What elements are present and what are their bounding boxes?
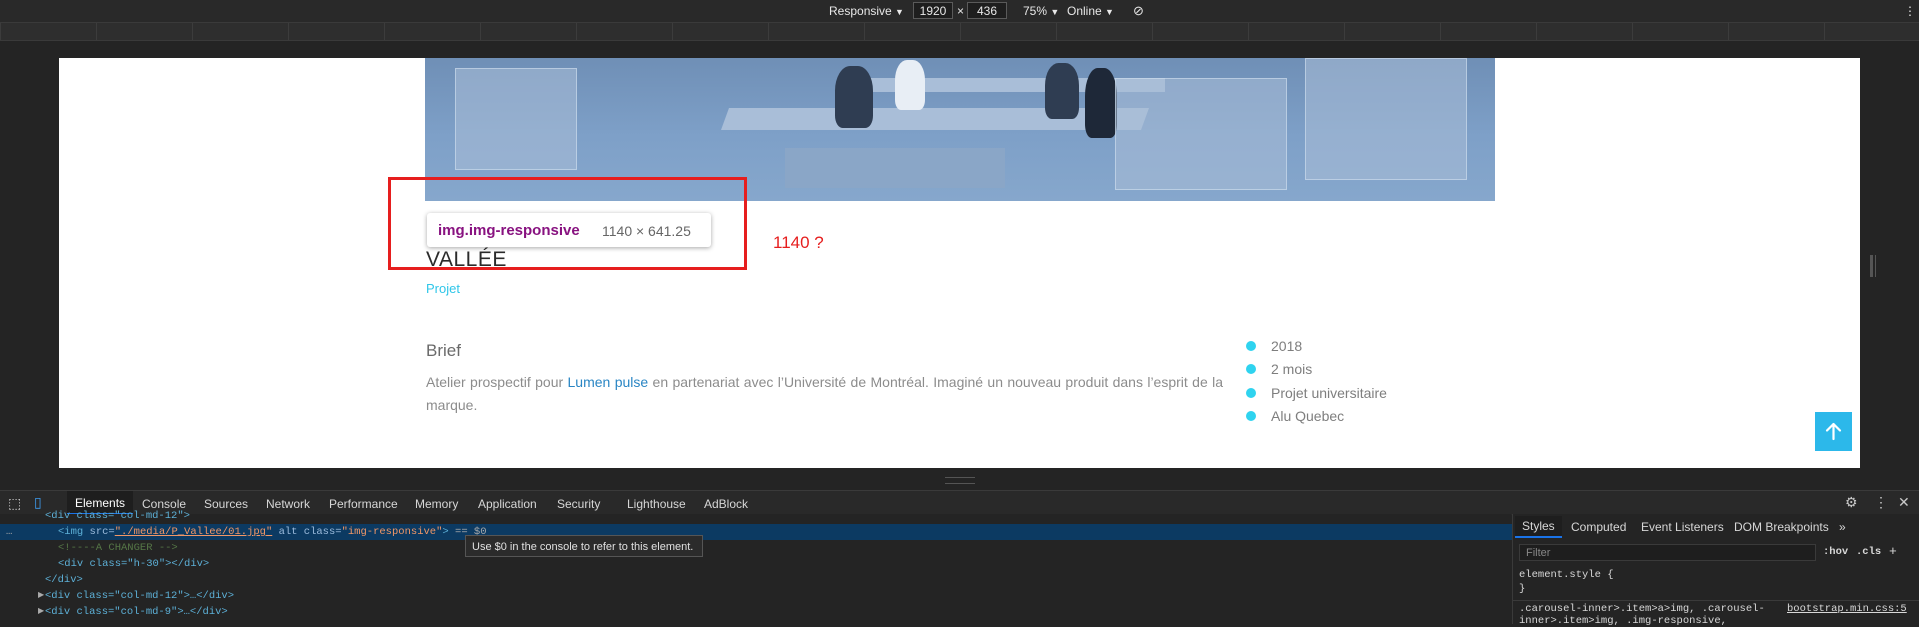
viewport-resize-handle-line (1875, 255, 1876, 277)
dom-line-text: <div class="col-md-12">…</div> (45, 590, 235, 602)
dom-line[interactable]: ▶ <div class="col-md-9">…</div> (0, 604, 1545, 620)
element-style-open[interactable]: element.style { (1519, 569, 1614, 581)
dropdown-arrow-icon: ▼ (1050, 7, 1060, 17)
dimension-separator: × (957, 4, 965, 18)
dom-src-link[interactable]: "./media/P_Vallee/01.jpg" (115, 526, 273, 538)
viewport-resize-handle[interactable] (1870, 255, 1873, 277)
zoom-label: 75% (1023, 4, 1048, 18)
dom-comment: <!----A CHANGER --> (58, 542, 178, 554)
project-category[interactable]: Projet (426, 281, 460, 296)
close-icon[interactable]: ✕ (1898, 494, 1910, 511)
fact-label: 2018 (1271, 338, 1303, 354)
tab-dom-breakpoints[interactable]: DOM Breakpoints (1734, 520, 1829, 534)
styles-panel: Styles Computed Event Listeners DOM Brea… (1512, 514, 1919, 627)
dom-line[interactable]: ▶ <div class="col-md-12">…</div> (0, 588, 1545, 604)
fact-label: Alu Quebec (1271, 408, 1345, 424)
zoom-dropdown[interactable]: 75% ▼ (1023, 3, 1059, 20)
viewport-height-input[interactable]: 436 (967, 2, 1007, 19)
dom-line-text: </div> (45, 574, 83, 586)
dom-line[interactable]: <div class="col-md-12"> (0, 508, 1545, 524)
dom-tag: <img (58, 526, 90, 538)
arrow-up-icon (1825, 422, 1842, 441)
ellipsis-icon[interactable]: … (6, 524, 12, 540)
add-style-rule-icon[interactable]: + (1889, 544, 1897, 559)
emulated-viewport: VALLÉE Projet Brief Atelier prospectif p… (59, 58, 1860, 468)
brief-text-start: Atelier prospectif pour (426, 374, 568, 390)
dom-line[interactable]: </div> (0, 572, 1545, 588)
more-options-icon[interactable]: ⋮ (1874, 494, 1888, 511)
dropdown-arrow-icon: ▼ (895, 7, 904, 17)
tooltip-dimensions: 1140 × 641.25 (602, 223, 691, 239)
expand-triangle-icon[interactable]: ▶ (38, 604, 44, 620)
dom-tree-panel: <div class="col-md-12"> … <img src="./me… (0, 510, 1558, 624)
dom-attr: src= (89, 526, 115, 538)
dom-line-text: <div class="col-md-9">…</div> (45, 606, 228, 618)
rotate-icon[interactable]: ⊘ (1133, 3, 1144, 19)
bullet-icon (1246, 411, 1256, 421)
tab-styles[interactable]: Styles (1515, 516, 1562, 538)
tab-computed[interactable]: Computed (1571, 520, 1626, 534)
double-chevron-right-icon[interactable]: » (1839, 520, 1846, 534)
rule-source-link[interactable]: bootstrap.min.css:5 (1787, 603, 1907, 615)
bullet-icon (1246, 341, 1256, 351)
cls-toggle[interactable]: .cls (1856, 546, 1881, 558)
gear-icon[interactable]: ⚙ (1845, 494, 1858, 511)
scroll-to-top-button[interactable] (1815, 412, 1852, 451)
dom-line[interactable]: <!----A CHANGER --> (0, 540, 1558, 556)
hov-toggle[interactable]: :hov (1823, 546, 1848, 558)
dom-line-text: <div class="col-md-12"> (45, 510, 190, 522)
lumen-pulse-link[interactable]: Lumen pulse (568, 374, 649, 390)
more-options-icon[interactable]: ⋮ (1904, 3, 1916, 19)
console-ref-hint: Use $0 in the console to refer to this e… (465, 535, 703, 557)
bullet-icon (1246, 364, 1256, 374)
bullet-icon (1246, 388, 1256, 398)
annotation-note: 1140 ? (773, 233, 824, 252)
responsive-label: Responsive (829, 4, 892, 18)
network-label: Online (1067, 4, 1102, 18)
network-throttle-dropdown[interactable]: Online ▼ (1067, 3, 1114, 20)
dom-attr: alt class= (272, 526, 342, 538)
rule-selector-cont: inner>.item>img, .img-responsive, (1519, 615, 1727, 627)
fact-label: Projet universitaire (1271, 385, 1387, 401)
dropdown-arrow-icon: ▼ (1105, 7, 1114, 17)
viewport-width-input[interactable]: 1920 (913, 2, 953, 19)
expand-triangle-icon[interactable]: ▶ (38, 588, 44, 604)
fact-label: 2 mois (1271, 361, 1313, 377)
media-query-ruler (0, 23, 1919, 41)
viewport-bottom-resize-handle[interactable] (945, 477, 975, 484)
rule-selector: .carousel-inner>.item>a>img, .carousel- (1519, 603, 1765, 615)
dom-attr-value: "img-responsive" (341, 526, 443, 538)
tab-event-listeners[interactable]: Event Listeners (1641, 520, 1724, 534)
dom-line[interactable]: <div class="h-30"></div> (0, 556, 1558, 572)
device-toolbar: Responsive ▼ 1920 × 436 75% ▼ Online ▼ ⊘… (0, 0, 1919, 23)
responsive-dropdown[interactable]: Responsive ▼ (829, 3, 904, 20)
element-style-close: } (1519, 583, 1526, 595)
brief-heading: Brief (426, 341, 461, 360)
styles-filter-input[interactable]: Filter (1519, 544, 1816, 561)
dom-line-text: <div class="h-30"></div> (58, 558, 210, 570)
tooltip-selector: img.img-responsive (438, 222, 580, 239)
inspect-tooltip: img.img-responsive 1140 × 641.25 (427, 213, 711, 247)
dom-line-selected[interactable]: … <img src="./media/P_Vallee/01.jpg" alt… (0, 524, 1558, 540)
brief-text: Atelier prospectif pour Lumen pulse en p… (426, 371, 1223, 417)
